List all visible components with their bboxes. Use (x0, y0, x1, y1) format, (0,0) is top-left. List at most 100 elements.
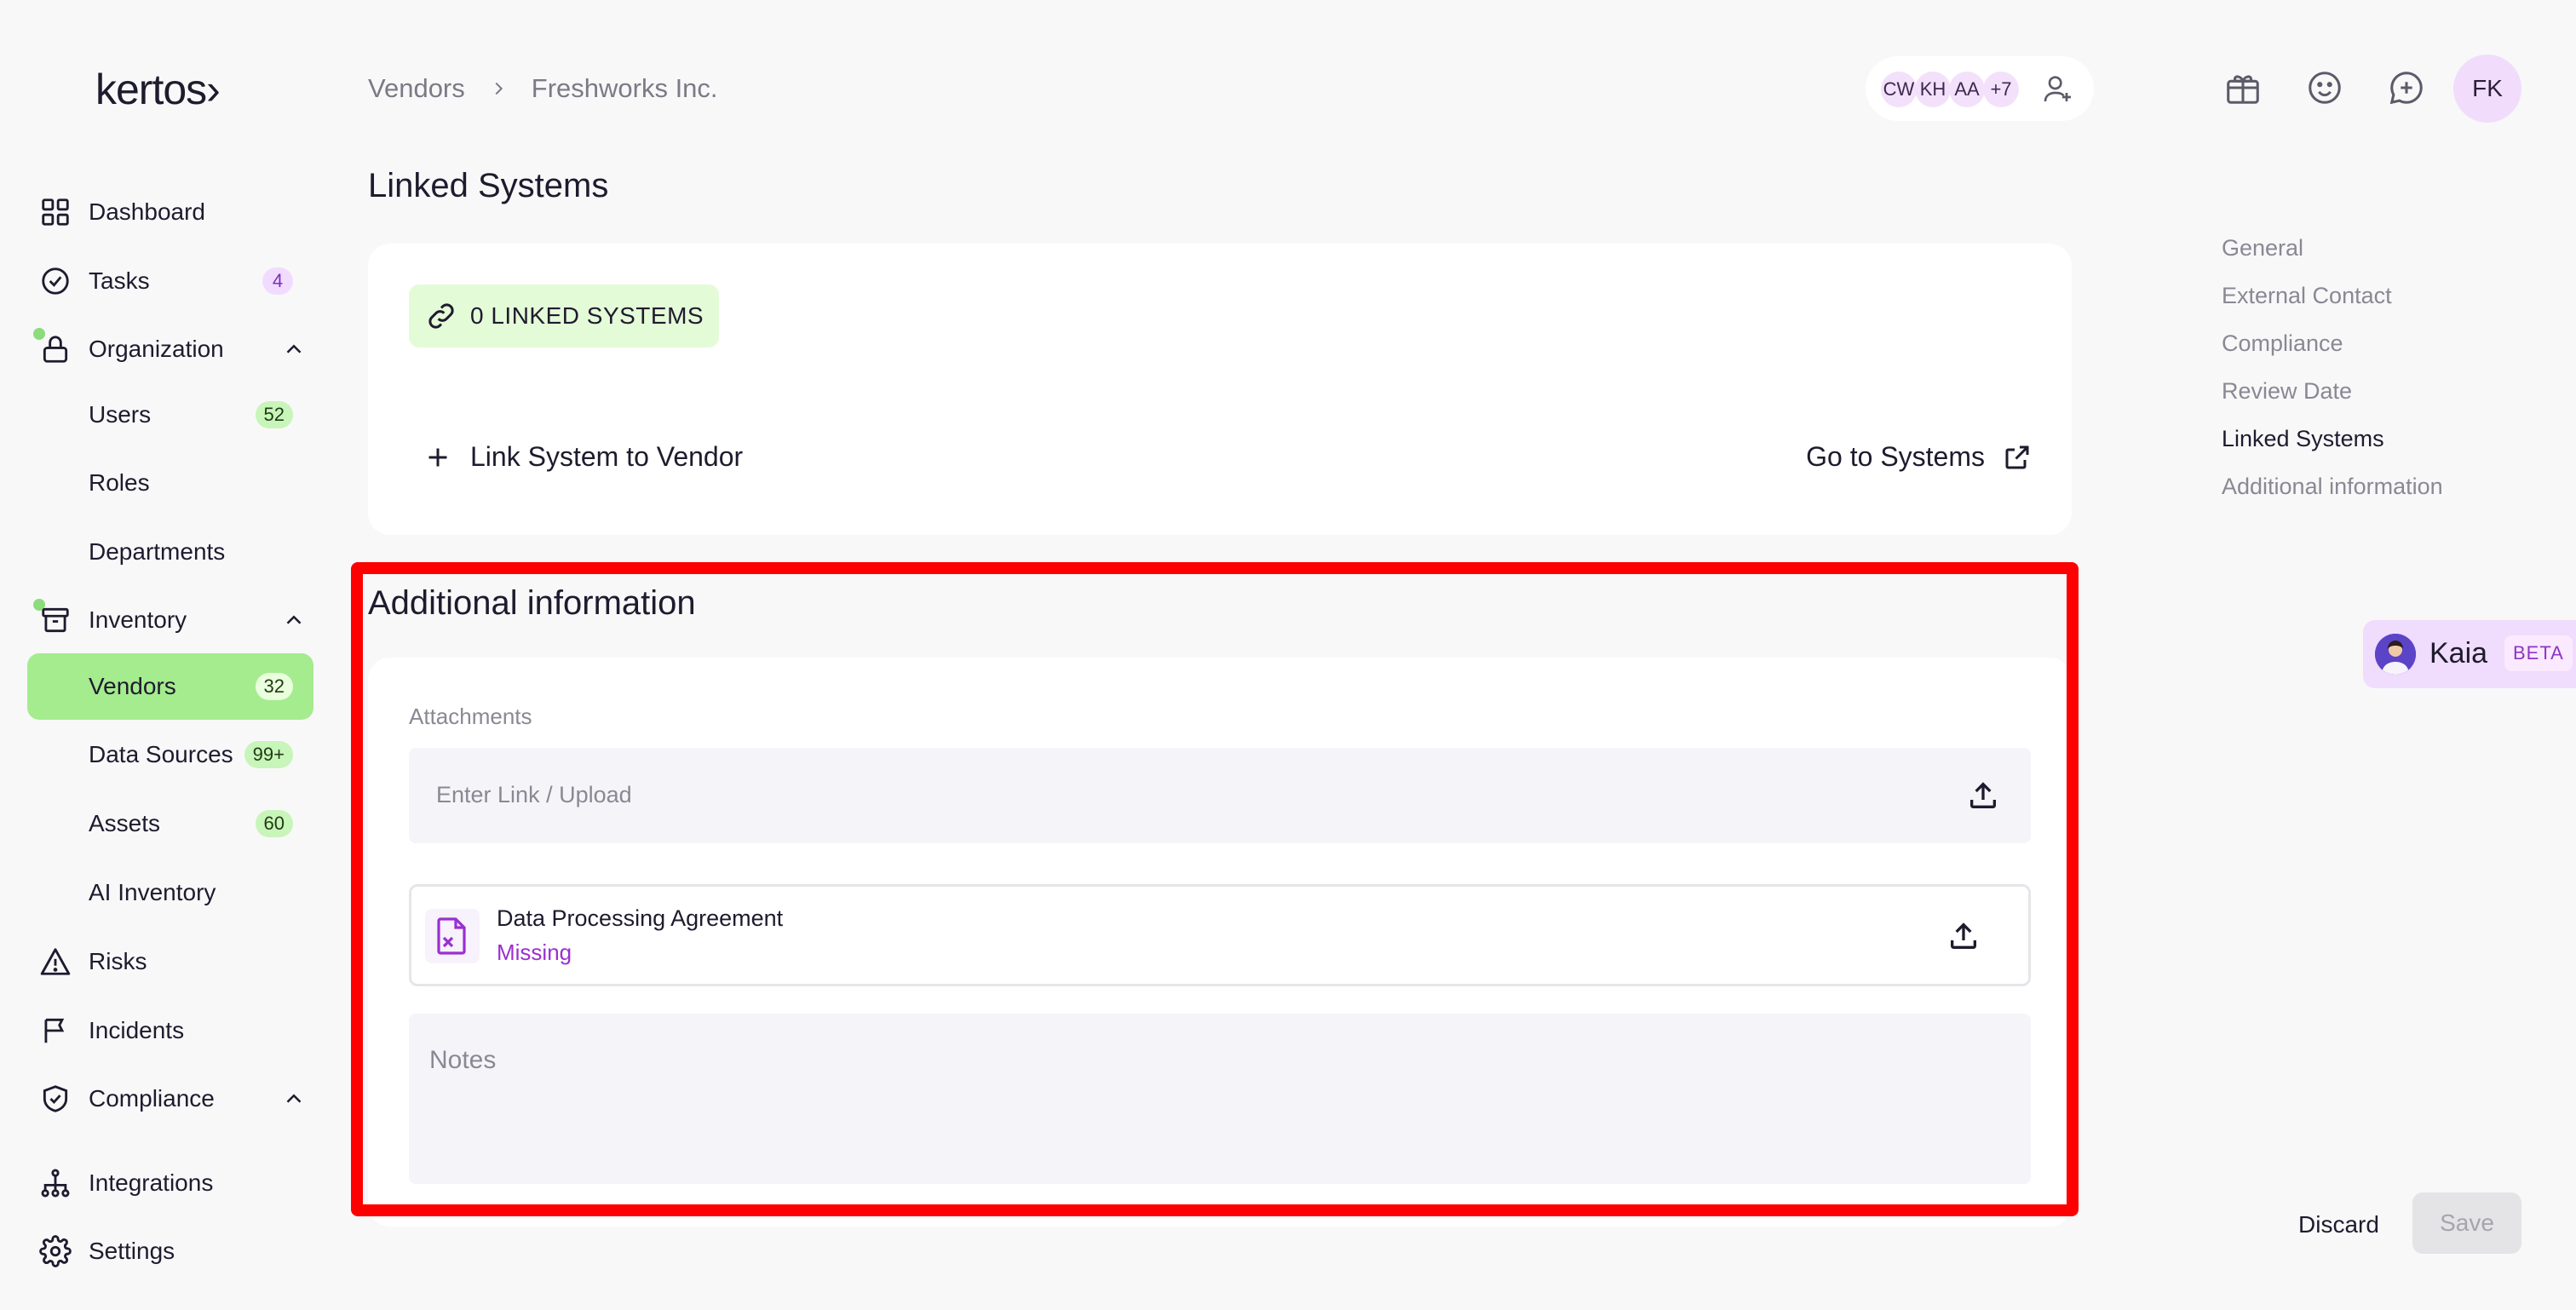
sidebar-item-label: Risks (89, 948, 147, 974)
save-button[interactable]: Save (2412, 1192, 2521, 1254)
sidebar-item-ai-inventory[interactable]: AI Inventory (27, 859, 313, 926)
attachments-label: Attachments (409, 704, 532, 729)
sidebar-item-label: Organization (89, 336, 224, 362)
sidebar-item-compliance[interactable]: Compliance (27, 1066, 313, 1132)
toc-item-compliance[interactable]: Compliance (2222, 330, 2343, 357)
sidebar-item-vendors[interactable]: Vendors 32 (27, 653, 313, 720)
document-row[interactable]: Data Processing Agreement Missing (409, 884, 2031, 986)
add-user-icon[interactable] (2041, 72, 2075, 106)
discard-button[interactable]: Discard (2298, 1211, 2379, 1238)
count-badge: 32 (255, 673, 293, 700)
upload-icon[interactable] (1946, 919, 1981, 953)
sidebar-item-label: Departments (89, 538, 226, 565)
sidebar-item-label: Assets (89, 810, 161, 836)
more-collaborators-badge[interactable]: +7 (1983, 72, 2019, 107)
collaborators-group[interactable]: CW KH AA +7 (1866, 56, 2094, 121)
linked-systems-count: 0 LINKED SYSTEMS (409, 284, 720, 348)
attachments-placeholder: Enter Link / Upload (436, 782, 632, 807)
sidebar-item-label: Inventory (89, 606, 187, 633)
sidebar-item-label: Users (89, 401, 152, 428)
kaia-name: Kaia (2429, 637, 2488, 669)
beta-badge: BETA (2504, 635, 2573, 671)
toc-item-general[interactable]: General (2222, 235, 2303, 261)
sidebar-item-incidents[interactable]: Incidents (27, 997, 313, 1064)
link-system-button[interactable]: Link System to Vendor (423, 441, 743, 473)
count-badge: 60 (255, 810, 293, 837)
kaia-avatar (2375, 634, 2416, 675)
sidebar-item-label: Compliance (89, 1085, 215, 1112)
missing-file-icon (425, 909, 480, 963)
sidebar-item-label: Tasks (89, 267, 150, 294)
sidebar-item-assets[interactable]: Assets 60 (27, 790, 313, 857)
go-to-systems-button[interactable]: Go to Systems (1806, 441, 2033, 473)
shield-check-icon (43, 1085, 68, 1112)
count-badge: 4 (262, 267, 293, 295)
go-to-systems-label: Go to Systems (1806, 441, 1985, 472)
app-logo[interactable]: kertos› (95, 65, 221, 114)
sidebar-item-label: Roles (89, 469, 150, 496)
sidebar-item-dashboard[interactable]: Dashboard (27, 179, 313, 245)
breadcrumb: Vendors Freshworks Inc. (368, 73, 718, 104)
notes-field[interactable]: Notes (409, 1014, 2031, 1184)
chevron-up-icon[interactable] (281, 607, 307, 633)
link-system-label: Link System to Vendor (470, 441, 744, 472)
warning-icon (40, 948, 71, 975)
hierarchy-icon (41, 1169, 70, 1198)
sidebar-item-users[interactable]: Users 52 (27, 382, 313, 448)
sidebar-item-label: Incidents (89, 1017, 185, 1043)
sidebar-item-departments[interactable]: Departments (27, 519, 313, 585)
count-badge: 52 (255, 401, 293, 428)
archive-icon (42, 607, 69, 633)
sidebar-item-label: Dashboard (89, 198, 205, 225)
breadcrumb-vendors-link[interactable]: Vendors (368, 73, 465, 104)
gift-icon[interactable] (2223, 68, 2263, 107)
smiley-icon[interactable] (2305, 68, 2344, 107)
dashboard-icon (42, 198, 69, 226)
additional-info-heading: Additional information (368, 584, 696, 622)
toc-item-external-contact[interactable]: External Contact (2222, 283, 2392, 309)
plus-icon (428, 448, 447, 466)
gear-icon (39, 1235, 72, 1267)
chevron-right-icon (495, 82, 503, 95)
sidebar-item-label: AI Inventory (89, 879, 216, 905)
attachments-input[interactable]: Enter Link / Upload (409, 748, 2031, 843)
chevron-up-icon[interactable] (281, 1086, 307, 1112)
breadcrumb-current: Freshworks Inc. (531, 73, 718, 103)
sidebar-item-data-sources[interactable]: Data Sources 99+ (27, 721, 313, 788)
toc-item-additional-information[interactable]: Additional information (2222, 474, 2443, 500)
sidebar-item-risks[interactable]: Risks (27, 928, 313, 995)
sidebar-item-label: Vendors (89, 673, 176, 699)
toc-item-linked-systems[interactable]: Linked Systems (2222, 426, 2384, 452)
notes-placeholder: Notes (429, 1046, 497, 1074)
sidebar-item-settings[interactable]: Settings (27, 1218, 313, 1284)
sidebar-item-roles[interactable]: Roles (27, 450, 313, 516)
upload-icon[interactable] (1966, 779, 2000, 813)
document-status: Missing (497, 939, 572, 965)
external-link-icon (2005, 445, 2029, 468)
document-title: Data Processing Agreement (497, 905, 784, 931)
chat-plus-icon[interactable] (2387, 68, 2426, 107)
sidebar-item-organization[interactable]: Organization (27, 316, 313, 382)
count-badge: 99+ (244, 741, 293, 768)
sidebar-item-integrations[interactable]: Integrations (27, 1150, 313, 1216)
sidebar-item-label: Settings (89, 1238, 175, 1264)
avatar[interactable]: AA (1949, 72, 1985, 107)
sidebar-item-inventory[interactable]: Inventory (27, 587, 313, 653)
chevron-up-icon[interactable] (281, 336, 307, 362)
linked-systems-card: 0 LINKED SYSTEMS Link System to Vendor G… (368, 244, 2072, 535)
linked-systems-count-label: 0 LINKED SYSTEMS (470, 302, 704, 329)
sidebar-item-label: Data Sources (89, 741, 233, 767)
kaia-assistant-button[interactable]: Kaia BETA (2363, 620, 2576, 688)
flag-icon (44, 1018, 65, 1043)
avatar[interactable]: CW (1881, 72, 1917, 107)
user-avatar[interactable]: FK (2453, 55, 2521, 123)
sidebar-item-label: Integrations (89, 1169, 214, 1196)
link-icon (428, 303, 454, 329)
sidebar-item-tasks[interactable]: Tasks 4 (27, 248, 313, 314)
check-circle-icon (42, 267, 69, 295)
additional-info-card: Attachments Enter Link / Upload Data Pro… (368, 658, 2072, 1227)
avatar[interactable]: KH (1915, 72, 1951, 107)
toc-item-review-date[interactable]: Review Date (2222, 378, 2352, 405)
lock-icon (43, 336, 68, 363)
linked-systems-heading: Linked Systems (368, 167, 609, 204)
